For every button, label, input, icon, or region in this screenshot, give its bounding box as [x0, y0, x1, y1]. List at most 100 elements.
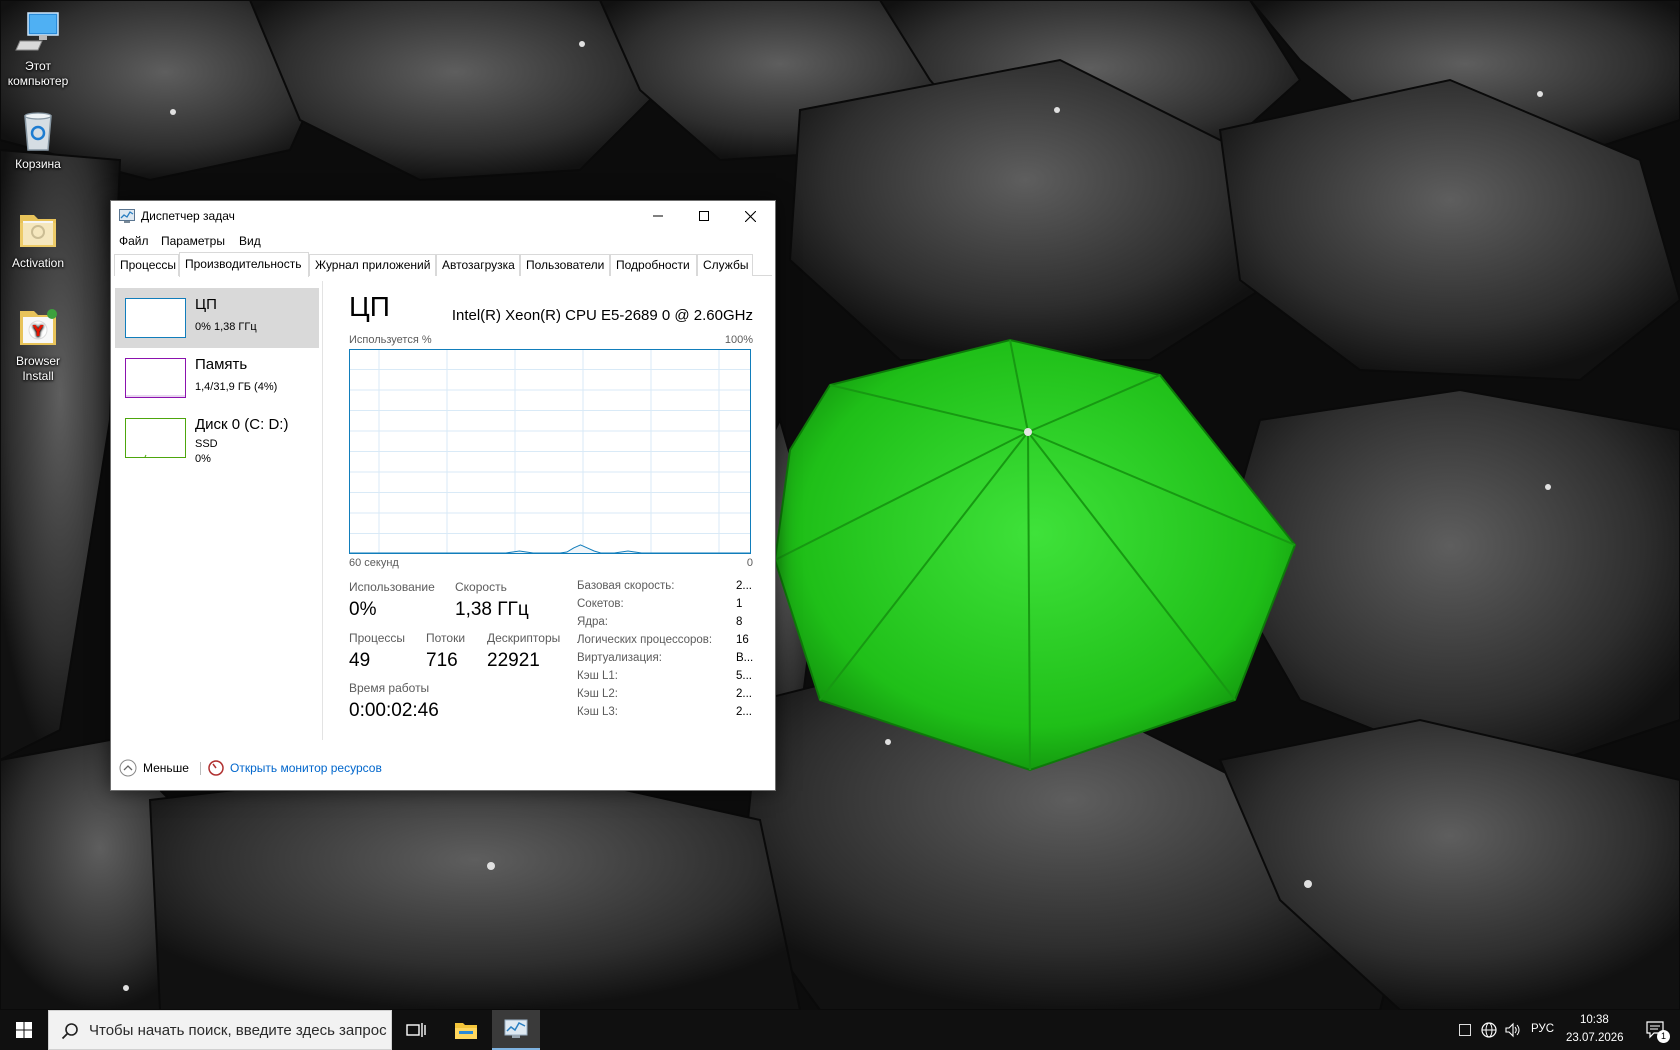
menu-bar: Файл Параметры Вид: [111, 231, 775, 251]
handles-label: Дескрипторы: [487, 631, 561, 645]
notification-count-badge: 1: [1657, 1030, 1670, 1043]
tab-details[interactable]: Подробности: [610, 254, 697, 276]
spec-value: 2...: [736, 580, 752, 592]
resource-value: 1,4/31,9 ГБ (4%): [195, 381, 278, 393]
tab-startup[interactable]: Автозагрузка: [436, 254, 520, 276]
windows-logo-icon: [16, 1022, 32, 1038]
resource-item-cpu[interactable]: ЦП 0% 1,38 ГГц: [115, 288, 319, 348]
resource-value: 0% 1,38 ГГц: [195, 321, 257, 333]
network-globe-icon: [1481, 1022, 1497, 1038]
tab-processes[interactable]: Процессы: [114, 254, 179, 276]
task-manager-taskbar-button[interactable]: [492, 1010, 540, 1050]
minimize-button[interactable]: [635, 201, 681, 231]
menu-file[interactable]: Файл: [119, 234, 149, 248]
speaker-icon: [1505, 1022, 1520, 1038]
desktop-icon-label: Install: [22, 369, 54, 383]
spec-value: 1: [736, 598, 743, 610]
spec-label: Кэш L2:: [577, 688, 618, 700]
input-language[interactable]: РУС: [1531, 1023, 1554, 1035]
svg-text:Y: Y: [32, 322, 45, 340]
this-pc-icon: [15, 12, 59, 51]
cpu-usage-graph: [349, 349, 751, 554]
spec-label: Виртуализация:: [577, 652, 662, 664]
graph-time-now: 0: [746, 557, 753, 569]
memory-thumbnail-graph: [125, 358, 186, 398]
tab-app-history[interactable]: Журнал приложений: [309, 254, 436, 276]
recycle-bin-icon: [24, 112, 52, 151]
utilization-label: Использование: [349, 580, 435, 594]
resource-value: 0%: [195, 453, 211, 465]
resource-type: SSD: [195, 438, 218, 450]
task-view-button[interactable]: [392, 1010, 440, 1050]
resource-monitor-icon: [208, 760, 224, 776]
handles-value: 22921: [487, 650, 540, 671]
spec-label: Кэш L1:: [577, 670, 618, 682]
clock-time[interactable]: 10:38: [1580, 1014, 1609, 1026]
processes-label: Процессы: [349, 631, 406, 645]
maximize-button[interactable]: [681, 201, 727, 231]
chevron-up-icon: [119, 759, 137, 777]
open-resource-monitor-link[interactable]: Открыть монитор ресурсов: [208, 758, 382, 778]
desktop-icon-label: Activation: [11, 256, 65, 270]
clock-date[interactable]: 23.07.2026: [1566, 1032, 1624, 1044]
tab-performance[interactable]: Производительность: [179, 252, 309, 277]
footer-separator: [200, 762, 201, 775]
spec-value: 8: [736, 616, 743, 628]
menu-options[interactable]: Параметры: [161, 234, 225, 248]
graph-y-max: 100%: [724, 334, 753, 346]
desktop-icon-label: Корзина: [15, 157, 61, 171]
menu-view[interactable]: Вид: [239, 234, 261, 248]
uptime-label: Время работы: [349, 681, 430, 695]
desktop-icon-label: Этот: [25, 59, 51, 73]
tab-users[interactable]: Пользователи: [520, 254, 610, 276]
start-button[interactable]: [0, 1010, 48, 1050]
spec-value: 2...: [736, 688, 752, 700]
resource-item-memory[interactable]: Память 1,4/31,9 ГБ (4%): [115, 348, 319, 408]
desktop-icon-label: компьютер: [7, 74, 69, 88]
tab-services[interactable]: Службы: [697, 254, 753, 276]
task-manager-taskbar-icon: [504, 1019, 528, 1038]
desktop-icon-label: Browser: [15, 354, 60, 368]
title-bar[interactable]: Диспетчер задач: [111, 201, 775, 231]
uptime-value: 0:00:02:46: [349, 700, 439, 721]
action-center-button[interactable]: 1: [1636, 1010, 1676, 1050]
spec-label: Ядра:: [577, 616, 609, 628]
threads-value: 716: [426, 650, 458, 671]
search-icon: [61, 1023, 78, 1040]
network-button[interactable]: [1478, 1010, 1500, 1050]
file-explorer-taskbar-button[interactable]: [442, 1010, 490, 1050]
desktop-icon-activation[interactable]: Activation: [0, 205, 76, 271]
resource-name: Память: [195, 356, 248, 373]
window-footer: Меньше Открыть монитор ресурсов: [111, 756, 775, 780]
desktop-icon-browser-install[interactable]: Y Browser Install: [0, 303, 76, 384]
desktop-icon-recycle-bin[interactable]: Корзина: [0, 106, 76, 172]
resource-monitor-label: Открыть монитор ресурсов: [230, 761, 382, 775]
volume-button[interactable]: [1502, 1010, 1524, 1050]
activation-folder-icon: [20, 215, 56, 247]
cpu-thumbnail-graph: [125, 298, 186, 338]
disk-thumbnail-graph: [125, 418, 186, 458]
spec-label: Базовая скорость:: [577, 580, 675, 592]
processes-value: 49: [349, 650, 371, 671]
desktop-icon-this-pc[interactable]: Этот компьютер: [0, 8, 76, 89]
cpu-heading: ЦП: [349, 291, 390, 322]
spec-label: Кэш L3:: [577, 706, 618, 718]
taskbar-search-box[interactable]: Чтобы начать поиск, введите здесь запрос: [48, 1010, 392, 1050]
taskbar: Чтобы начать поиск, введите здесь запрос: [0, 1010, 1680, 1050]
resource-list: ЦП 0% 1,38 ГГц Память 1,4/31,9 ГБ (4%) Д…: [115, 281, 319, 743]
show-hidden-icons-button[interactable]: [1454, 1010, 1476, 1050]
close-button[interactable]: [727, 201, 773, 231]
graph-time-span: 60 секунд: [349, 557, 399, 569]
file-explorer-icon: [455, 1023, 477, 1039]
close-icon: [744, 210, 756, 222]
task-manager-icon: [119, 209, 135, 223]
cpu-model: Intel(R) Xeon(R) CPU E5-2689 0 @ 2.60GHz: [451, 307, 753, 324]
resource-item-disk[interactable]: Диск 0 (C: D:) SSD 0%: [115, 408, 319, 468]
panel-divider: [322, 281, 323, 740]
utilization-value: 0%: [349, 599, 377, 620]
speed-label: Скорость: [455, 580, 507, 594]
maximize-icon: [699, 211, 709, 221]
fewer-details-button[interactable]: Меньше: [119, 758, 189, 778]
graph-y-label: Используется %: [349, 334, 432, 346]
resource-name: Диск 0 (C: D:): [195, 416, 289, 433]
